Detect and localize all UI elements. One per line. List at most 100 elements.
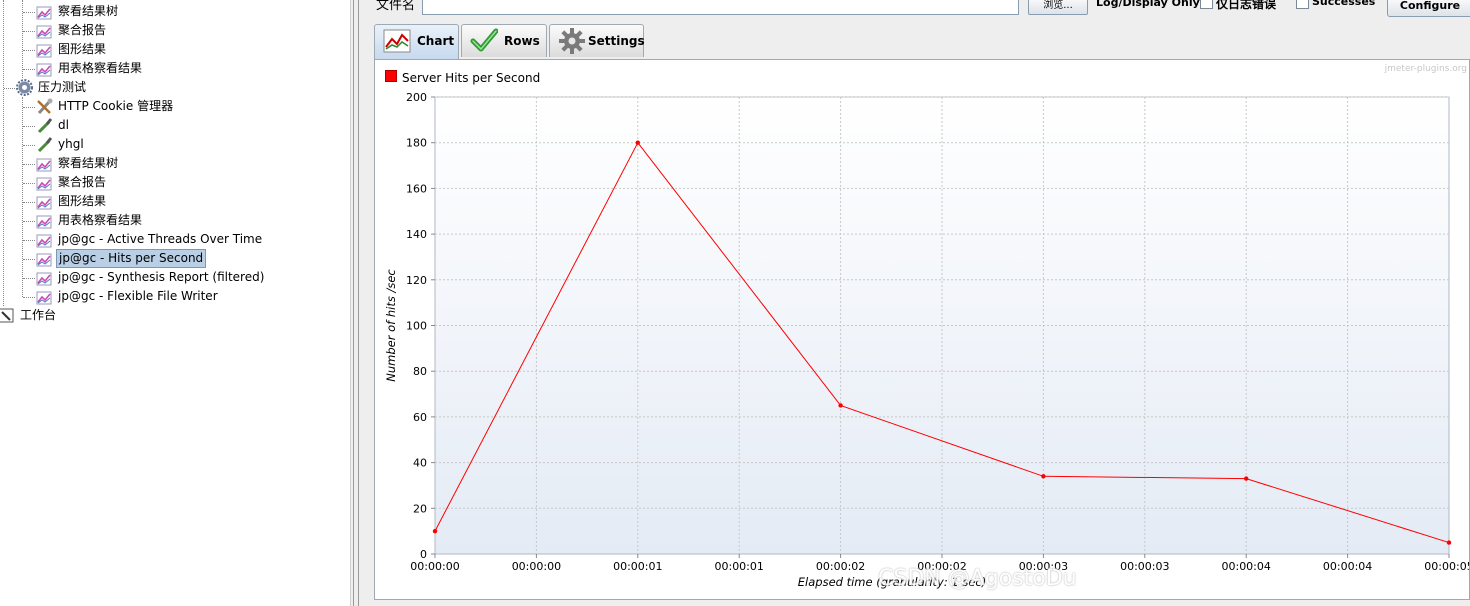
tree-node-label: jp@gc - Flexible File Writer (58, 289, 218, 303)
y-tick-label: 20 (413, 502, 427, 515)
tree-connector (23, 126, 35, 127)
y-tick-label: 40 (413, 457, 427, 470)
tree-node-label: 察看结果树 (58, 4, 119, 18)
tree-connector (23, 69, 35, 70)
tree-node-label: 察看结果树 (58, 156, 119, 170)
x-tick-label: 00:00:00 (512, 560, 561, 573)
x-tick-label: 00:00:02 (816, 560, 865, 573)
listener-panel: 文件名 浏览... Log/Display Only: 仅日志错误 Succes… (362, 0, 1470, 606)
gear-icon (559, 28, 585, 54)
tree-connector (23, 145, 35, 146)
tree-connector (23, 278, 35, 279)
tree-node-label: jp@gc - Hits per Second (56, 249, 207, 268)
x-tick-label: 00:00:01 (613, 560, 662, 573)
tree-node-label: 聚合报告 (58, 23, 107, 37)
tree-connector (23, 12, 35, 13)
tree-connector (23, 107, 35, 108)
tree-connector (23, 259, 35, 260)
tree-connector (23, 164, 35, 165)
tree-node-label: HTTP Cookie 管理器 (58, 99, 174, 113)
tree-node-label: 图形结果 (58, 194, 107, 208)
chart-listener-icon (36, 158, 52, 172)
file-name-label: 文件名 (376, 0, 416, 13)
chart-listener-icon (36, 6, 52, 20)
tab-chart-label: Chart (417, 34, 455, 48)
chart-listener-icon (36, 196, 52, 210)
y-tick-label: 100 (406, 320, 427, 333)
tree-connector (23, 183, 35, 184)
tree-node-label: 用表格察看结果 (58, 213, 143, 227)
browse-button[interactable]: 浏览... (1028, 0, 1088, 15)
checkmark-icon (470, 28, 498, 52)
file-name-input[interactable] (422, 0, 1019, 15)
x-tick-label: 00:00:05 (1424, 560, 1469, 573)
tree-connector (23, 297, 35, 298)
test-plan-tree: 察看结果树 聚合报告 图形结果 用表格察看结果 压力测试 HTTP Cookie 管理器 d… (0, 0, 350, 606)
chart-listener-icon (36, 272, 52, 286)
x-tick-label: 00:00:04 (1221, 560, 1270, 573)
chart-listener-icon (36, 177, 52, 191)
errors-only-label: 仅日志错误 (1216, 0, 1277, 11)
tree-node-label: jp@gc - Active Threads Over Time (58, 232, 263, 246)
chart-listener-icon (36, 291, 52, 305)
y-tick-label: 80 (413, 365, 427, 378)
successes-checkbox[interactable] (1296, 0, 1309, 9)
tab-chart[interactable]: Chart (374, 24, 459, 59)
x-tick-label: 00:00:01 (714, 560, 763, 573)
data-point (1041, 474, 1046, 479)
tree-node-label: jp@gc - Synthesis Report (filtered) (58, 270, 265, 284)
y-axis-title: Number of hits /sec (384, 269, 398, 382)
tree-connector (23, 221, 35, 222)
data-point (635, 140, 640, 145)
tree-node-label: 工作台 (20, 308, 57, 322)
chart-listener-icon (36, 253, 52, 267)
tree-node-label: 聚合报告 (58, 175, 107, 189)
chart-listener-icon (36, 25, 52, 39)
tree-connector (23, 50, 35, 51)
y-tick-label: 200 (406, 91, 427, 104)
data-point (1446, 540, 1452, 545)
tree-guide-line (3, 0, 4, 306)
chart-listener-icon (36, 215, 52, 229)
successes-label: Successes (1312, 0, 1376, 8)
tab-settings-label: Settings (588, 34, 645, 48)
tree-node-label: dl (58, 118, 69, 132)
tree-node-label: 图形结果 (58, 42, 107, 56)
chart-line-icon (383, 29, 411, 53)
thread-group-gear-icon (16, 79, 33, 96)
csdn-watermark: CSDN @AgostoDu (878, 566, 1077, 591)
sampler-pipette-icon (37, 137, 53, 153)
y-tick-label: 140 (406, 228, 427, 241)
tab-settings[interactable]: Settings (549, 24, 645, 57)
y-tick-label: 180 (406, 137, 427, 150)
chart-listener-icon (36, 234, 52, 248)
hits-per-second-chart: 02040608010012014016018020000:00:00 00:00… (384, 91, 1469, 589)
tab-rows[interactable]: Rows (461, 24, 547, 57)
tree-node-label: yhgl (58, 137, 84, 151)
data-point (838, 403, 843, 408)
tree-connector (23, 240, 35, 241)
chart-listener-icon (36, 63, 52, 77)
tree-guide-line (22, 97, 23, 297)
x-tick-label: 00:00:03 (1120, 560, 1169, 573)
data-point (432, 528, 438, 534)
errors-only-checkbox[interactable] (1200, 0, 1213, 9)
sampler-pipette-icon (37, 118, 53, 134)
y-tick-label: 60 (413, 411, 427, 424)
data-point (1244, 476, 1249, 481)
tree-node-label: 用表格察看结果 (58, 61, 143, 75)
tree-connector (23, 202, 35, 203)
log-display-only-label: Log/Display Only: (1096, 0, 1205, 9)
workbench-icon (0, 308, 14, 323)
x-tick-label: 00:00:00 (410, 560, 459, 573)
tree-node-label: 压力测试 (38, 80, 87, 94)
y-tick-label: 160 (406, 182, 427, 195)
tab-rows-label: Rows (504, 34, 540, 48)
chart-panel: Server Hits per Second jmeter-plugins.or… (374, 59, 1470, 600)
tree-connector (4, 88, 15, 89)
config-wrench-icon (37, 98, 53, 115)
configure-button[interactable]: Configure (1387, 0, 1470, 17)
file-row: 文件名 浏览... Log/Display Only: 仅日志错误 Succes… (362, 0, 1470, 20)
chart-listener-icon (36, 44, 52, 58)
x-tick-label: 00:00:04 (1323, 560, 1372, 573)
